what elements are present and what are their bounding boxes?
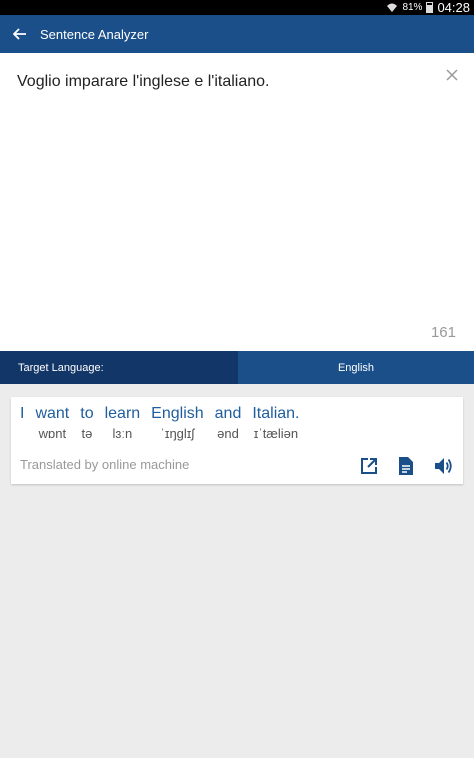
word-item[interactable]: to tə [80, 404, 93, 442]
open-external-icon[interactable] [357, 454, 381, 478]
status-bar: 81% 04:28 [0, 0, 474, 15]
phonetic: wɒnt [38, 426, 67, 441]
app-bar: Sentence Analyzer [0, 15, 474, 53]
word-item[interactable]: Italian. ɪˈtæliən [252, 404, 299, 442]
word-item[interactable]: and ənd [215, 404, 242, 442]
word-item[interactable]: want wɒnt [35, 404, 69, 442]
word-item[interactable]: English ˈɪŋglɪʃ [151, 404, 203, 442]
translation-note: Translated by online machine [20, 457, 190, 472]
word: I [20, 405, 25, 422]
close-icon[interactable] [442, 65, 462, 85]
word: Italian. [252, 405, 300, 422]
clock: 04:28 [437, 0, 470, 15]
word: English [151, 405, 204, 422]
char-count: 161 [430, 324, 456, 341]
phonetic: lɜːn [112, 426, 133, 441]
word: and [214, 405, 242, 422]
word-item[interactable]: learn lɜːn [105, 404, 141, 442]
word: want [35, 405, 70, 422]
sentence-input-area[interactable]: Voglio imparare l'inglese e l'italiano. … [0, 53, 474, 351]
speaker-icon[interactable] [431, 454, 455, 478]
target-language-bar: Target Language: English [0, 351, 474, 384]
phonetic: ɪˈtæliən [253, 426, 299, 441]
translation-words: I want wɒnt to tə learn lɜːn English ˈɪŋ… [20, 404, 311, 442]
battery-percent: 81% [402, 2, 423, 13]
page-title: Sentence Analyzer [40, 26, 149, 42]
word-item[interactable]: I [20, 404, 24, 442]
sentence-input[interactable]: Voglio imparare l'inglese e l'italiano. [17, 73, 269, 91]
target-language-selector[interactable]: English [238, 351, 474, 384]
arrow-back-icon[interactable] [0, 15, 40, 53]
word: to [80, 405, 94, 422]
document-icon[interactable] [394, 454, 418, 478]
phonetic: tə [81, 426, 93, 441]
target-language-label: Target Language: [0, 351, 238, 384]
phonetic: ˈɪŋglɪʃ [160, 426, 195, 441]
wifi-icon [387, 3, 398, 12]
word: learn [104, 405, 141, 422]
phonetic: ənd [217, 426, 239, 441]
battery-icon [426, 2, 434, 13]
result-card: I want wɒnt to tə learn lɜːn English ˈɪŋ… [11, 397, 463, 484]
result-actions [357, 454, 455, 478]
